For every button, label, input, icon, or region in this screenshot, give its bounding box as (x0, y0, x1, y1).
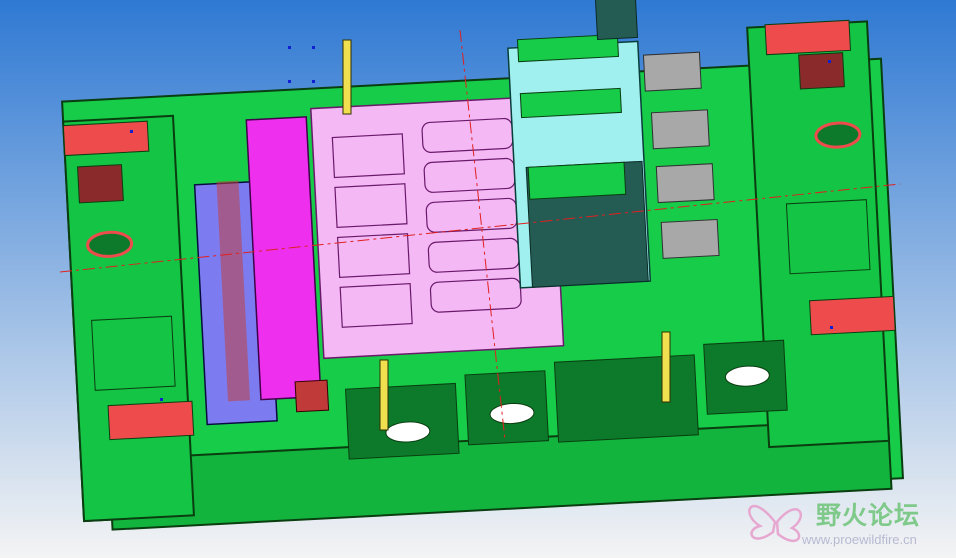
red-block (107, 400, 195, 441)
dark-pocket (798, 52, 845, 90)
red-block (809, 295, 896, 336)
slider-heel (294, 379, 330, 413)
red-block (62, 120, 150, 157)
dark-block (594, 0, 639, 41)
mold-assembly-model[interactable] (0, 0, 956, 558)
forum-watermark: 野火论坛 www.proewildfire.cn (740, 490, 950, 552)
guide-bushing (86, 230, 134, 258)
green-plate (519, 87, 622, 119)
cad-3d-viewport[interactable]: 野火论坛 www.proewildfire.cn (0, 0, 956, 558)
green-plate (527, 161, 627, 200)
butterfly-logo-icon (748, 504, 803, 542)
guide-bushing (814, 121, 862, 149)
core-insert (507, 0, 652, 289)
watermark-title: 野火论坛 (816, 501, 921, 530)
dark-pocket (77, 164, 124, 204)
red-block (764, 19, 852, 56)
watermark-url: www.proewildfire.cn (802, 532, 917, 547)
